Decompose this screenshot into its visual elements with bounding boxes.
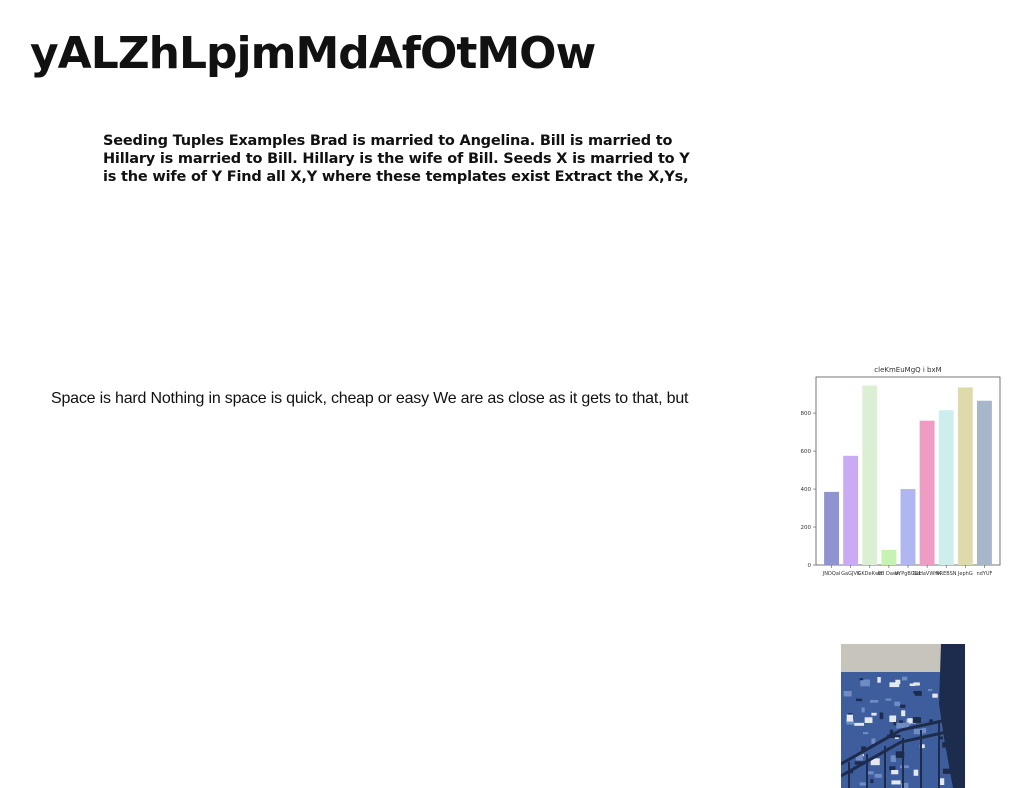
photo-roof-shape [901, 710, 906, 717]
photo-roof-shape [889, 682, 900, 688]
photo-balcony-rooftops [841, 644, 965, 788]
photo-roof-shape [877, 677, 881, 683]
photo-roof-shape [859, 782, 866, 786]
bar [900, 489, 916, 565]
photo-roof-shape [909, 683, 916, 687]
photo-roof-shape [871, 738, 876, 744]
bar [824, 491, 840, 565]
body-paragraph-bold: Seeding Tuples Examples Brad is married … [103, 133, 690, 185]
photo-roof-shape [913, 769, 919, 776]
photo-roof-shape [870, 700, 879, 703]
bar [919, 420, 935, 565]
photo-roof-shape [843, 690, 852, 697]
photo-roof-shape [860, 679, 870, 687]
photo-roof-shape [900, 765, 909, 769]
photo-roof-shape [846, 714, 853, 722]
bar [843, 455, 859, 565]
x-tick-label: JephG [957, 571, 973, 577]
bar [862, 385, 878, 565]
photo-roof-shape [891, 780, 901, 785]
bar [976, 400, 992, 565]
photo-roof-shape [896, 722, 906, 729]
y-tick-label: 0 [808, 563, 812, 569]
photo-roof-shape [855, 698, 863, 702]
page-title: yALZhLpjmMdAfOtMOw [30, 28, 596, 79]
bar [957, 387, 973, 565]
bar [938, 410, 954, 565]
photo-roof-shape [900, 704, 906, 708]
photo-roof-shape [859, 678, 864, 681]
chart-title: cleKmEuMgQ i bxM [874, 366, 941, 374]
photo-roof-shape [871, 712, 877, 716]
photo-roof-shape [901, 676, 908, 681]
photo-roof-shape [891, 769, 899, 775]
photo-roof-shape [913, 690, 922, 694]
photo-roof-shape [863, 732, 869, 735]
y-tick-label: 200 [801, 525, 812, 531]
y-tick-label: 800 [801, 411, 812, 417]
bar-chart-svg: cleKmEuMgQ i bxM 0200400600800 JNDQal GaG… [801, 366, 1001, 577]
photo-roof-shape [864, 717, 873, 723]
photo-roof-shape [874, 773, 882, 778]
y-tick-label: 400 [801, 487, 812, 493]
photo-roof-shape [912, 717, 922, 723]
photo-roof-shape [861, 707, 865, 713]
bar-chart: cleKmEuMgQ i bxM 0 200 400 600 800 JNDQal GaG… [790, 362, 1010, 584]
photo-roof-shape [927, 689, 933, 692]
photo-roof-shape [867, 771, 874, 775]
photo-roof-shape [879, 712, 884, 720]
photo-roof-shape [889, 766, 896, 771]
photo-roof-shape [921, 728, 927, 734]
x-tick-label: JNDQal [822, 571, 840, 577]
photo-roof-shape [894, 701, 901, 707]
photo-roof-shape [870, 779, 874, 784]
photo-image [841, 644, 965, 788]
bar [881, 549, 897, 565]
photo-roof-shape [932, 693, 938, 698]
photo-roof-shape [854, 722, 864, 726]
body-paragraph: Space is hard Nothing in space is quick,… [51, 390, 689, 407]
photo-roof-shape [889, 715, 897, 723]
x-tick-label: ndYUF [976, 571, 992, 577]
x-tick-label: NREBSN [936, 571, 957, 577]
photo-roof-shape [885, 698, 892, 701]
photo-roof-shape [890, 755, 897, 762]
y-tick-label: 600 [801, 449, 812, 455]
